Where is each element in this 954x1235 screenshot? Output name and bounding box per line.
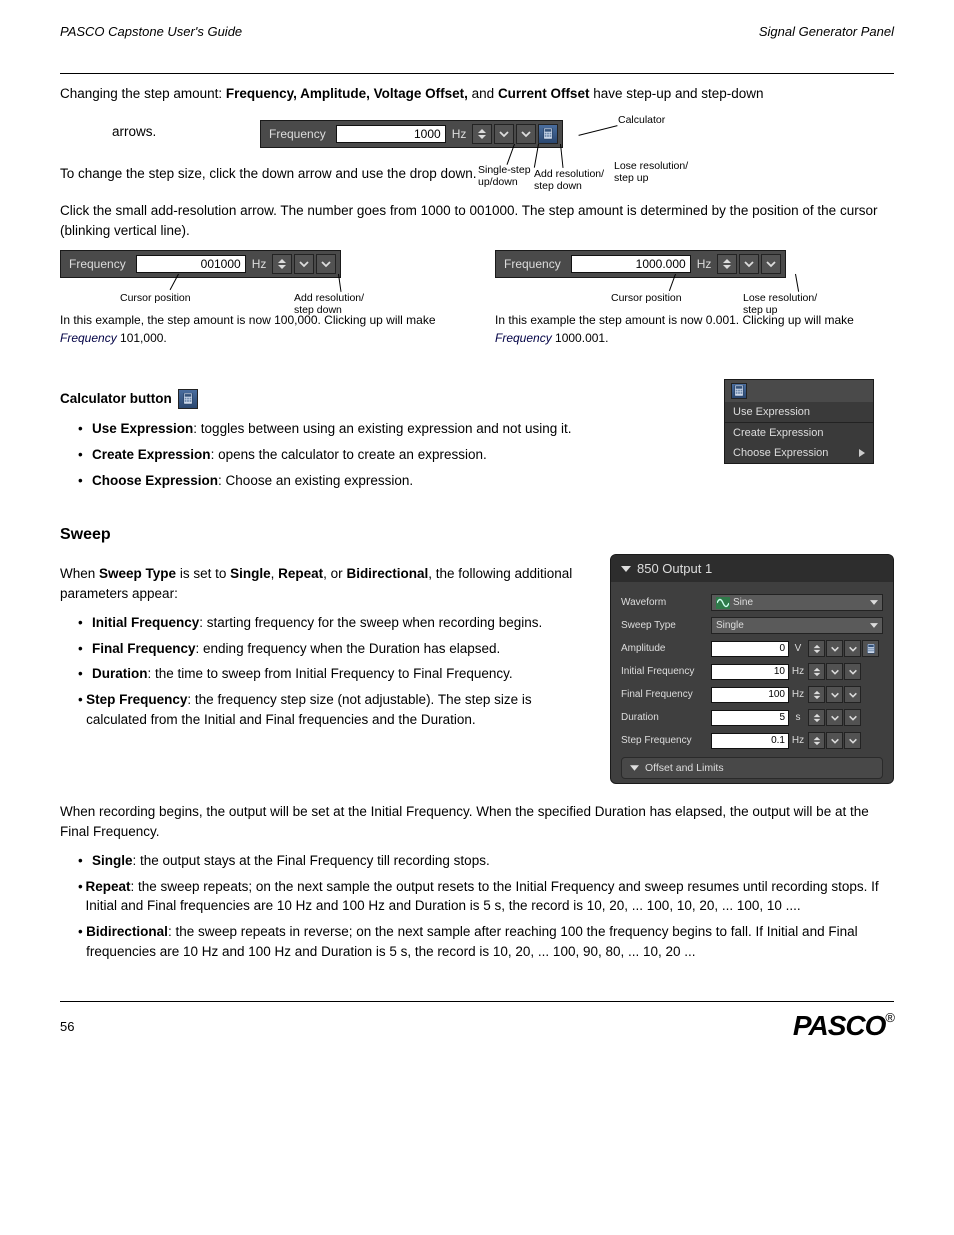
step-updown-button[interactable] — [808, 732, 825, 749]
sweep-heading: Sweep — [60, 526, 894, 544]
step-updown-button[interactable] — [272, 254, 292, 274]
chevron-down-icon — [870, 600, 878, 605]
calculator-icon[interactable] — [731, 383, 747, 399]
bullet-initf: •Initial Frequency: starting frequency f… — [78, 613, 574, 633]
row-sweep-label: Sweep Type — [621, 620, 711, 631]
initf-input[interactable] — [711, 664, 789, 680]
bullet-dur: •Duration: the time to sweep from Initia… — [78, 664, 574, 684]
freq-input[interactable] — [336, 125, 446, 143]
panel-header[interactable]: 850 Output 1 — [611, 555, 893, 582]
frequency-control-main: Frequency Hz — [260, 120, 563, 148]
sine-icon — [716, 597, 730, 609]
res-stepdown-button[interactable] — [826, 732, 843, 749]
freq-input-left[interactable] — [136, 255, 246, 273]
bullet-finalf: •Final Frequency: ending frequency when … — [78, 639, 574, 659]
page-number: 56 — [60, 1019, 74, 1034]
bullet-repeat: •Repeat: the sweep repeats; on the next … — [78, 877, 894, 916]
callout-updown: Single-stepup/down — [478, 164, 531, 188]
res-stepup-button[interactable] — [844, 709, 861, 726]
finalf-input[interactable] — [711, 687, 789, 703]
calc-bullet-choose: •Choose Expression: Choose an existing e… — [78, 471, 688, 491]
bullet-single: •Single: the output stays at the Final F… — [78, 851, 894, 871]
res-stepup-button[interactable] — [844, 640, 861, 657]
tri-down-icon — [630, 765, 639, 771]
res-stepup-button[interactable] — [844, 732, 861, 749]
calculator-button[interactable] — [538, 124, 558, 144]
step-updown-button[interactable] — [808, 663, 825, 680]
callout-resbtn-left: Add resolution/step down — [294, 292, 364, 316]
expression-menu: Use Expression Create Expression Choose … — [724, 379, 874, 464]
sweep-intro: When Sweep Type is set to Single, Repeat… — [60, 564, 574, 603]
step-updown-button[interactable] — [472, 124, 492, 144]
row-waveform-label: Waveform — [621, 597, 711, 608]
stepf-input[interactable] — [711, 733, 789, 749]
step-updown-button[interactable] — [808, 640, 825, 657]
res-stepdown-button[interactable] — [494, 124, 514, 144]
res-stepup-button[interactable] — [516, 124, 536, 144]
bullet-bidir: •Bidirectional: the sweep repeats in rev… — [78, 922, 894, 961]
intro-paragraph: Changing the step amount: Frequency, Amp… — [60, 84, 894, 104]
calculator-icon — [178, 389, 198, 409]
callout-calc: Calculator — [618, 114, 665, 126]
chevron-down-icon — [870, 623, 878, 628]
res-stepup-button[interactable] — [844, 663, 861, 680]
res-stepup-button[interactable] — [844, 686, 861, 703]
bullet-stepf: •Step Frequency: the frequency step size… — [78, 690, 574, 729]
res-stepdown-button[interactable] — [739, 254, 759, 274]
menu-use-expression[interactable]: Use Expression — [725, 402, 873, 422]
panel-title: 850 Output 1 — [637, 561, 712, 576]
note-left: In this example, the step amount is now … — [60, 312, 459, 347]
res-stepup-button[interactable] — [761, 254, 781, 274]
step-updown-button[interactable] — [808, 686, 825, 703]
step-updown-button[interactable] — [808, 709, 825, 726]
res-stepdown-button[interactable] — [826, 640, 843, 657]
callout-resbtn-right: Lose resolution/step up — [743, 292, 817, 316]
frequency-control-right: Frequency Hz — [495, 250, 786, 278]
note-right: In this example the step amount is now 0… — [495, 312, 894, 347]
step-updown-button[interactable] — [717, 254, 737, 274]
brand-logo: PASCO® — [793, 1010, 894, 1042]
res-stepdown-button[interactable] — [826, 663, 843, 680]
menu-create-expression[interactable]: Create Expression — [725, 423, 873, 443]
res-stepdown-button[interactable] — [826, 709, 843, 726]
callout-resup: Add resolution/step down — [534, 168, 604, 192]
waveform-select[interactable]: Sine — [711, 594, 883, 611]
sweep-explain-intro: When recording begins, the output will b… — [60, 802, 894, 841]
arrows-word: arrows. — [112, 124, 156, 139]
callout-cursor-left: Cursor position — [120, 292, 191, 304]
frequency-control-left: Frequency Hz — [60, 250, 341, 278]
calc-bullet-use: •Use Expression: toggles between using a… — [78, 419, 688, 439]
res-stepup-button[interactable] — [316, 254, 336, 274]
output-panel: 850 Output 1 Waveform Sine Sweep Type Si… — [610, 554, 894, 784]
offset-limits-row[interactable]: Offset and Limits — [621, 757, 883, 779]
freq-input-right[interactable] — [571, 255, 691, 273]
amp-input[interactable] — [711, 641, 789, 657]
tri-down-icon — [621, 566, 631, 572]
res-stepdown-button[interactable] — [826, 686, 843, 703]
header-right: Signal Generator Panel — [759, 24, 894, 39]
callout-cursor-right: Cursor position — [611, 292, 682, 304]
menu-choose-expression[interactable]: Choose Expression — [725, 443, 873, 463]
header-rule — [60, 73, 894, 74]
callout-resdn: Lose resolution/step up — [614, 160, 688, 184]
calc-bullet-create: •Create Expression: opens the calculator… — [78, 445, 688, 465]
footer-rule — [60, 1001, 894, 1002]
calculator-button[interactable] — [862, 640, 879, 657]
small-res-intro: Click the small add-resolution arrow. Th… — [60, 201, 894, 240]
chevron-right-icon — [859, 449, 865, 457]
res-stepdown-button[interactable] — [294, 254, 314, 274]
dur-input[interactable] — [711, 710, 789, 726]
freq-unit: Hz — [452, 127, 467, 141]
intro-after: To change the step size, click the down … — [60, 164, 894, 184]
sweep-select[interactable]: Single — [711, 617, 883, 634]
header-left: PASCO Capstone User's Guide — [60, 24, 242, 39]
freq-label: Frequency — [269, 127, 326, 141]
calc-title-row: Calculator button — [60, 389, 688, 409]
